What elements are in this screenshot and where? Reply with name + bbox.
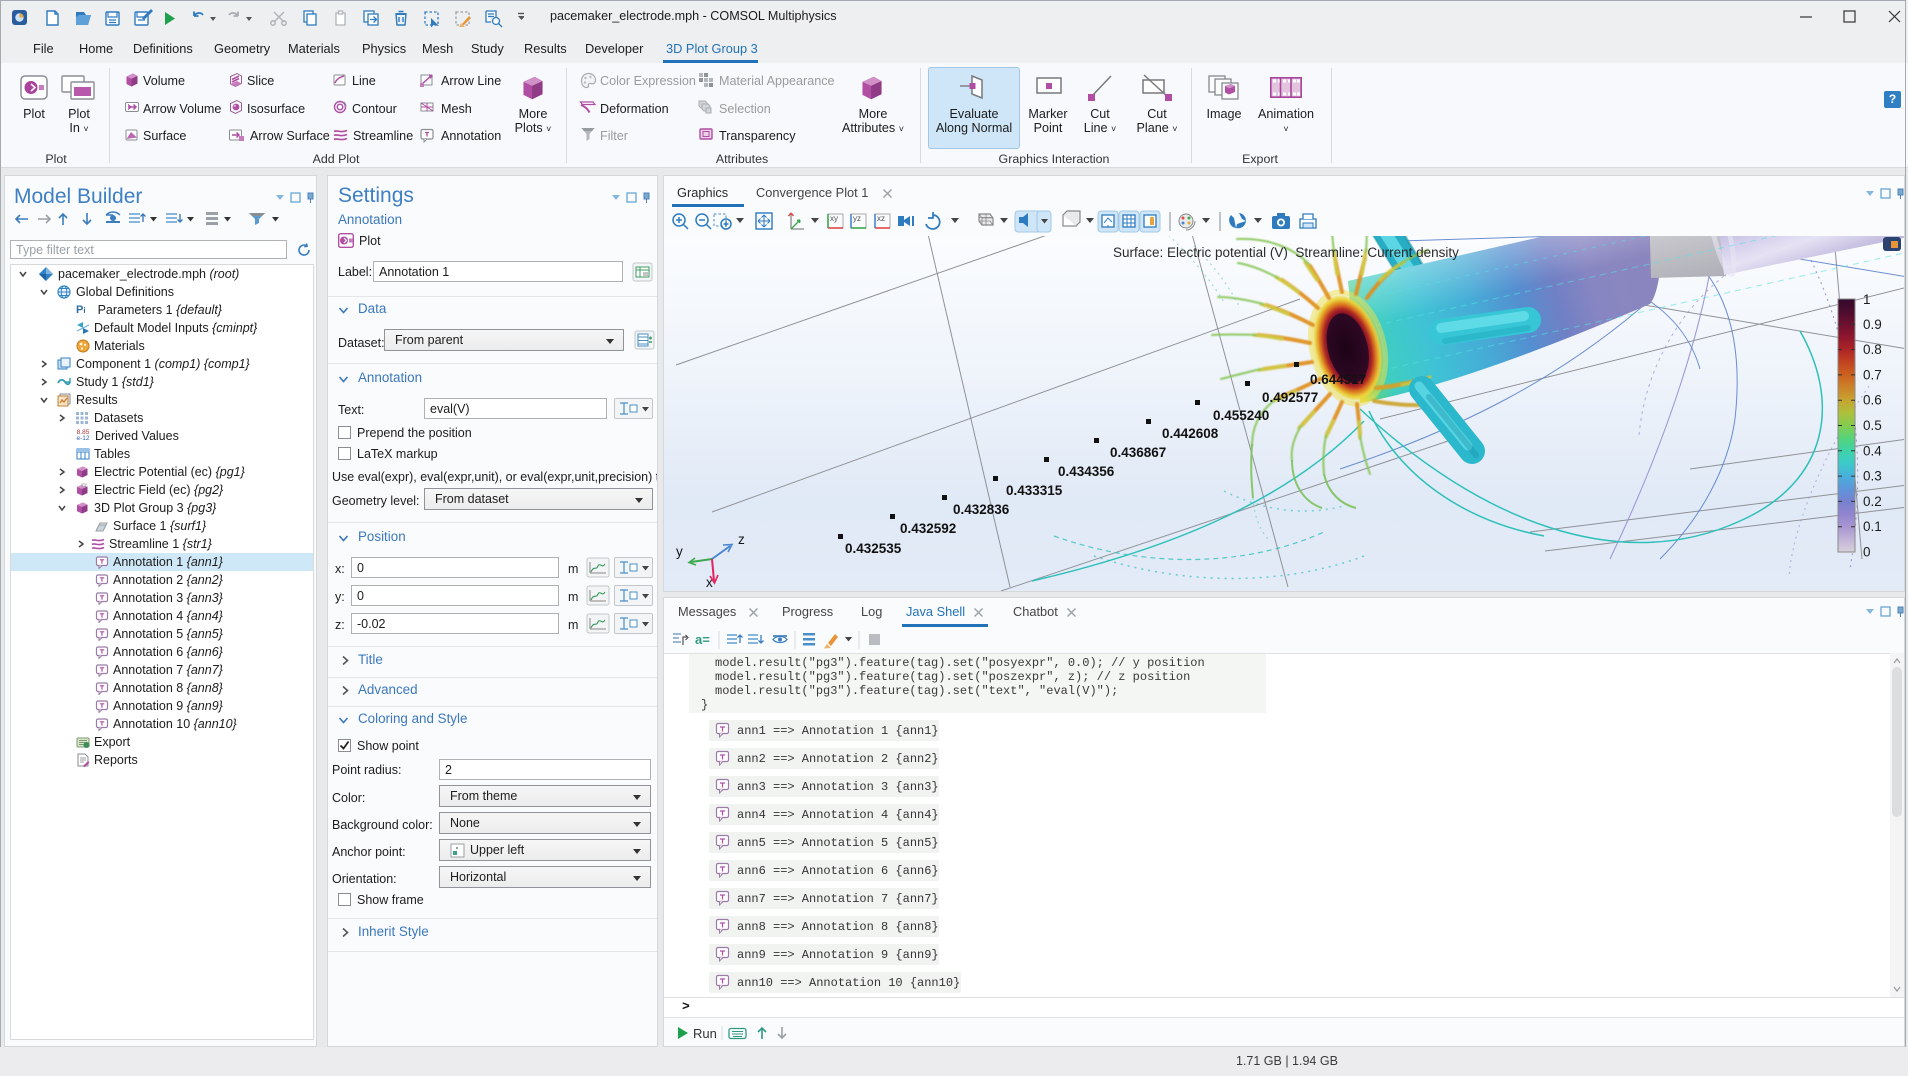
svg-text:0.432836: 0.432836 — [953, 502, 1010, 517]
svg-text:0.434356: 0.434356 — [1058, 464, 1115, 479]
svg-text:0.455240: 0.455240 — [1213, 408, 1269, 423]
svg-text:0.9: 0.9 — [1863, 317, 1882, 332]
svg-text:0.644517: 0.644517 — [1310, 372, 1366, 387]
svg-text:z: z — [738, 532, 745, 547]
svg-text:0.4: 0.4 — [1863, 443, 1882, 458]
svg-text:y: y — [676, 544, 683, 559]
svg-text:0.432535: 0.432535 — [845, 541, 902, 556]
svg-text:yz: yz — [853, 214, 861, 223]
svg-text:a=: a= — [695, 632, 710, 647]
svg-text:0.6: 0.6 — [1863, 393, 1882, 408]
svg-text:0.3: 0.3 — [1863, 469, 1882, 484]
svg-text:0.5: 0.5 — [1863, 418, 1882, 433]
svg-text:0.492577: 0.492577 — [1262, 390, 1318, 405]
svg-text:1: 1 — [1863, 292, 1871, 307]
svg-text:Run: Run — [693, 1026, 717, 1041]
svg-text:0.7: 0.7 — [1863, 367, 1882, 382]
svg-text:0.8: 0.8 — [1863, 342, 1882, 357]
svg-text:0.442608: 0.442608 — [1162, 426, 1219, 441]
svg-text:0.433315: 0.433315 — [1006, 483, 1063, 498]
svg-text:xz: xz — [877, 214, 885, 223]
svg-text:xy: xy — [830, 214, 838, 223]
svg-text:0.2: 0.2 — [1863, 494, 1882, 509]
svg-text:0.1: 0.1 — [1863, 519, 1882, 534]
svg-text:0: 0 — [1863, 545, 1871, 560]
svg-text:x: x — [706, 575, 713, 590]
svg-text:0.432592: 0.432592 — [900, 521, 956, 536]
svg-text:0.436867: 0.436867 — [1110, 445, 1166, 460]
svg-text:Surface: Electric potential (V: Surface: Electric potential (V) Streamli… — [1113, 245, 1459, 260]
